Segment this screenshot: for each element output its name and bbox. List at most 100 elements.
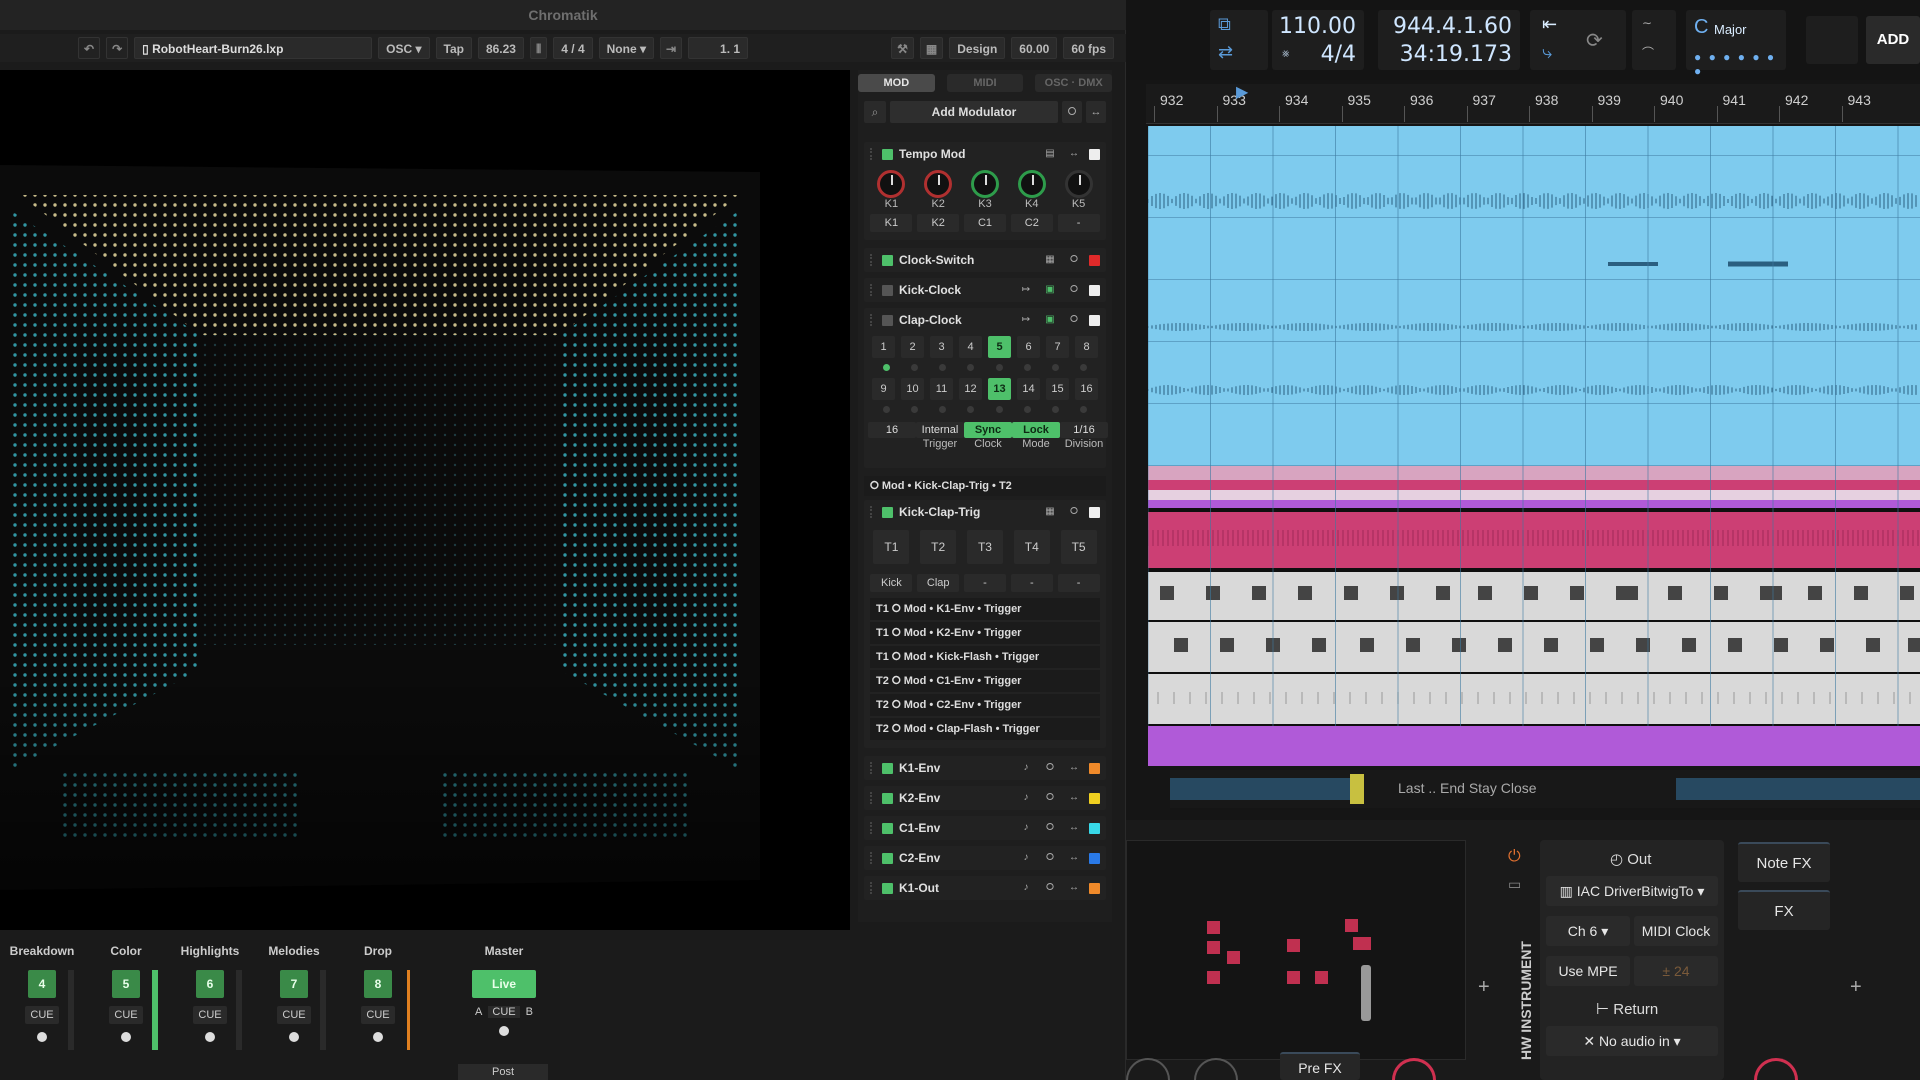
tempo-mod-enable-toggle[interactable] <box>882 148 893 160</box>
envelope-color-swatch[interactable] <box>1089 882 1100 894</box>
trigger-value[interactable]: Internal <box>916 422 964 438</box>
midi-note[interactable] <box>1252 586 1266 600</box>
rewind-icon[interactable]: ⇤ <box>1542 14 1557 35</box>
mode-icon[interactable]: ⭘ <box>1041 761 1059 775</box>
audio-input-dropdown[interactable]: ✕ No audio in ▾ <box>1546 1026 1718 1056</box>
clock-value[interactable]: Sync <box>964 422 1012 438</box>
midi-note[interactable] <box>1406 638 1420 652</box>
route-t2-clap-flash[interactable]: T2 ⭘ Mod • Clap-Flash • Trigger <box>870 718 1100 740</box>
note-icon[interactable]: ♪ <box>1017 851 1035 865</box>
midi-note[interactable] <box>1682 638 1696 652</box>
marker-clip-2[interactable] <box>1676 778 1920 800</box>
midi-note[interactable] <box>1436 586 1450 600</box>
expand-arrows-icon[interactable]: ↔ <box>1065 851 1083 865</box>
step-12-button[interactable]: 12 <box>959 378 982 400</box>
step-8-button[interactable]: 8 <box>1075 336 1098 358</box>
chip-k1[interactable]: K1 <box>870 214 913 232</box>
expand-arrows-icon[interactable]: ↔ <box>1065 881 1083 895</box>
knob-k5-dial[interactable] <box>1064 170 1093 198</box>
undo-icon[interactable]: ↶ <box>78 37 101 59</box>
kick-clock-color-swatch[interactable] <box>1089 284 1100 296</box>
tempo-value[interactable]: 110.00 <box>1279 14 1356 39</box>
knob-left[interactable] <box>1126 1058 1170 1080</box>
trigger-label-clap[interactable]: Clap <box>917 574 960 592</box>
curve-icon[interactable]: ⌒ <box>1642 44 1654 61</box>
scene-enable-dot[interactable] <box>289 1032 299 1042</box>
pad-scroll-slider[interactable] <box>1361 965 1371 1021</box>
drag-handle-icon[interactable] <box>870 762 876 774</box>
note-icon[interactable]: ♪ <box>1017 791 1035 805</box>
folder-icon[interactable]: ▭ <box>1508 876 1521 893</box>
step-4-button[interactable]: 4 <box>959 336 982 358</box>
use-mpe-toggle[interactable]: Use MPE <box>1546 956 1630 986</box>
trigger-t3[interactable]: T3 <box>966 530 1003 564</box>
clip-pink-light[interactable] <box>1148 466 1920 480</box>
scene-cue-button[interactable]: CUE <box>193 1006 227 1024</box>
power-icon[interactable]: ⏻ <box>1508 848 1521 866</box>
midi-clip-gray[interactable] <box>1148 674 1920 724</box>
audio-clip-lane[interactable] <box>1148 280 1920 342</box>
midi-note[interactable] <box>1452 638 1466 652</box>
envelope-color-swatch[interactable] <box>1089 792 1100 804</box>
clap-clock-trigger[interactable]: Internal Trigger <box>916 422 964 450</box>
mode-icon[interactable]: ⭘ <box>1041 881 1059 895</box>
step-7-button[interactable]: 7 <box>1046 336 1069 358</box>
scene-launch-button[interactable]: 6 <box>196 970 224 998</box>
clap-clock-length[interactable]: 16 <box>868 422 916 450</box>
clip-pink-strip[interactable] <box>1148 480 1920 490</box>
knob-k2[interactable]: K2 <box>924 170 953 210</box>
position-field[interactable]: 1. 1 <box>688 37 749 59</box>
scene-enable-dot[interactable] <box>205 1032 215 1042</box>
step-13-button[interactable]: 13 <box>988 378 1011 400</box>
scene-cue-button[interactable]: CUE <box>25 1006 59 1024</box>
master-cue-button[interactable]: CUE <box>488 1006 520 1018</box>
redo-icon[interactable]: ↷ <box>106 37 129 59</box>
step-14-button[interactable]: 14 <box>1017 378 1040 400</box>
grid-icon[interactable]: ▦ <box>1041 505 1059 519</box>
envelope-enable-toggle[interactable] <box>882 792 893 804</box>
key-value[interactable]: C <box>1694 16 1708 39</box>
midi-note[interactable] <box>1590 638 1604 652</box>
scene-enable-dot[interactable] <box>373 1032 383 1042</box>
trigger-arrow-icon[interactable]: ↦ <box>1017 283 1035 297</box>
step-1-button[interactable]: 1 <box>872 336 895 358</box>
drag-handle-icon[interactable] <box>870 792 876 804</box>
step-10-button[interactable]: 10 <box>901 378 924 400</box>
sync-icon[interactable]: ▣ <box>1041 283 1059 297</box>
audio-clip-lane[interactable] <box>1148 404 1920 466</box>
division-value[interactable]: 1/16 <box>1060 422 1108 438</box>
midi-note[interactable] <box>1714 586 1728 600</box>
trigger-label-5[interactable]: - <box>1057 574 1100 592</box>
note-fx-button[interactable]: Note FX <box>1738 842 1830 882</box>
knob-k4-dial[interactable] <box>1017 170 1046 198</box>
pad-note[interactable] <box>1345 919 1358 932</box>
modulator-mode-icon[interactable]: ⭘ <box>1062 101 1082 123</box>
step-9-button[interactable]: 9 <box>872 378 895 400</box>
pad-note[interactable] <box>1353 937 1371 950</box>
midi-clip-gray[interactable] <box>1148 622 1920 672</box>
midi-note[interactable] <box>1808 586 1822 600</box>
route-t1-kick-flash[interactable]: T1 ⭘ Mod • Kick-Flash • Trigger <box>870 646 1100 668</box>
step-5-button[interactable]: 5 <box>988 336 1011 358</box>
midi-note[interactable] <box>1160 586 1174 600</box>
knob-k5[interactable]: K5 <box>1064 170 1093 210</box>
step-6-button[interactable]: 6 <box>1017 336 1040 358</box>
trigger-t2[interactable]: T2 <box>920 530 957 564</box>
midi-note[interactable] <box>1360 638 1374 652</box>
knob-k3-dial[interactable] <box>970 170 999 198</box>
pad-note[interactable] <box>1207 941 1220 954</box>
note-icon[interactable]: ♪ <box>1017 821 1035 835</box>
time-signature-field[interactable]: 4 / 4 <box>553 37 593 59</box>
chip-empty[interactable]: - <box>1057 214 1100 232</box>
add-fx-plus-icon[interactable]: + <box>1850 976 1862 999</box>
mode-icon[interactable]: ⭘ <box>1041 791 1059 805</box>
scene-cue-button[interactable]: CUE <box>277 1006 311 1024</box>
midi-note[interactable] <box>1774 638 1788 652</box>
tab-midi[interactable]: MIDI <box>946 74 1024 92</box>
step-2-button[interactable]: 2 <box>901 336 924 358</box>
knob-k3[interactable]: K3 <box>970 170 999 210</box>
midi-note[interactable] <box>1900 586 1914 600</box>
tap-button[interactable]: Tap <box>435 37 472 59</box>
audio-clip-lane[interactable] <box>1148 126 1920 156</box>
mode-value[interactable]: Lock <box>1012 422 1060 438</box>
